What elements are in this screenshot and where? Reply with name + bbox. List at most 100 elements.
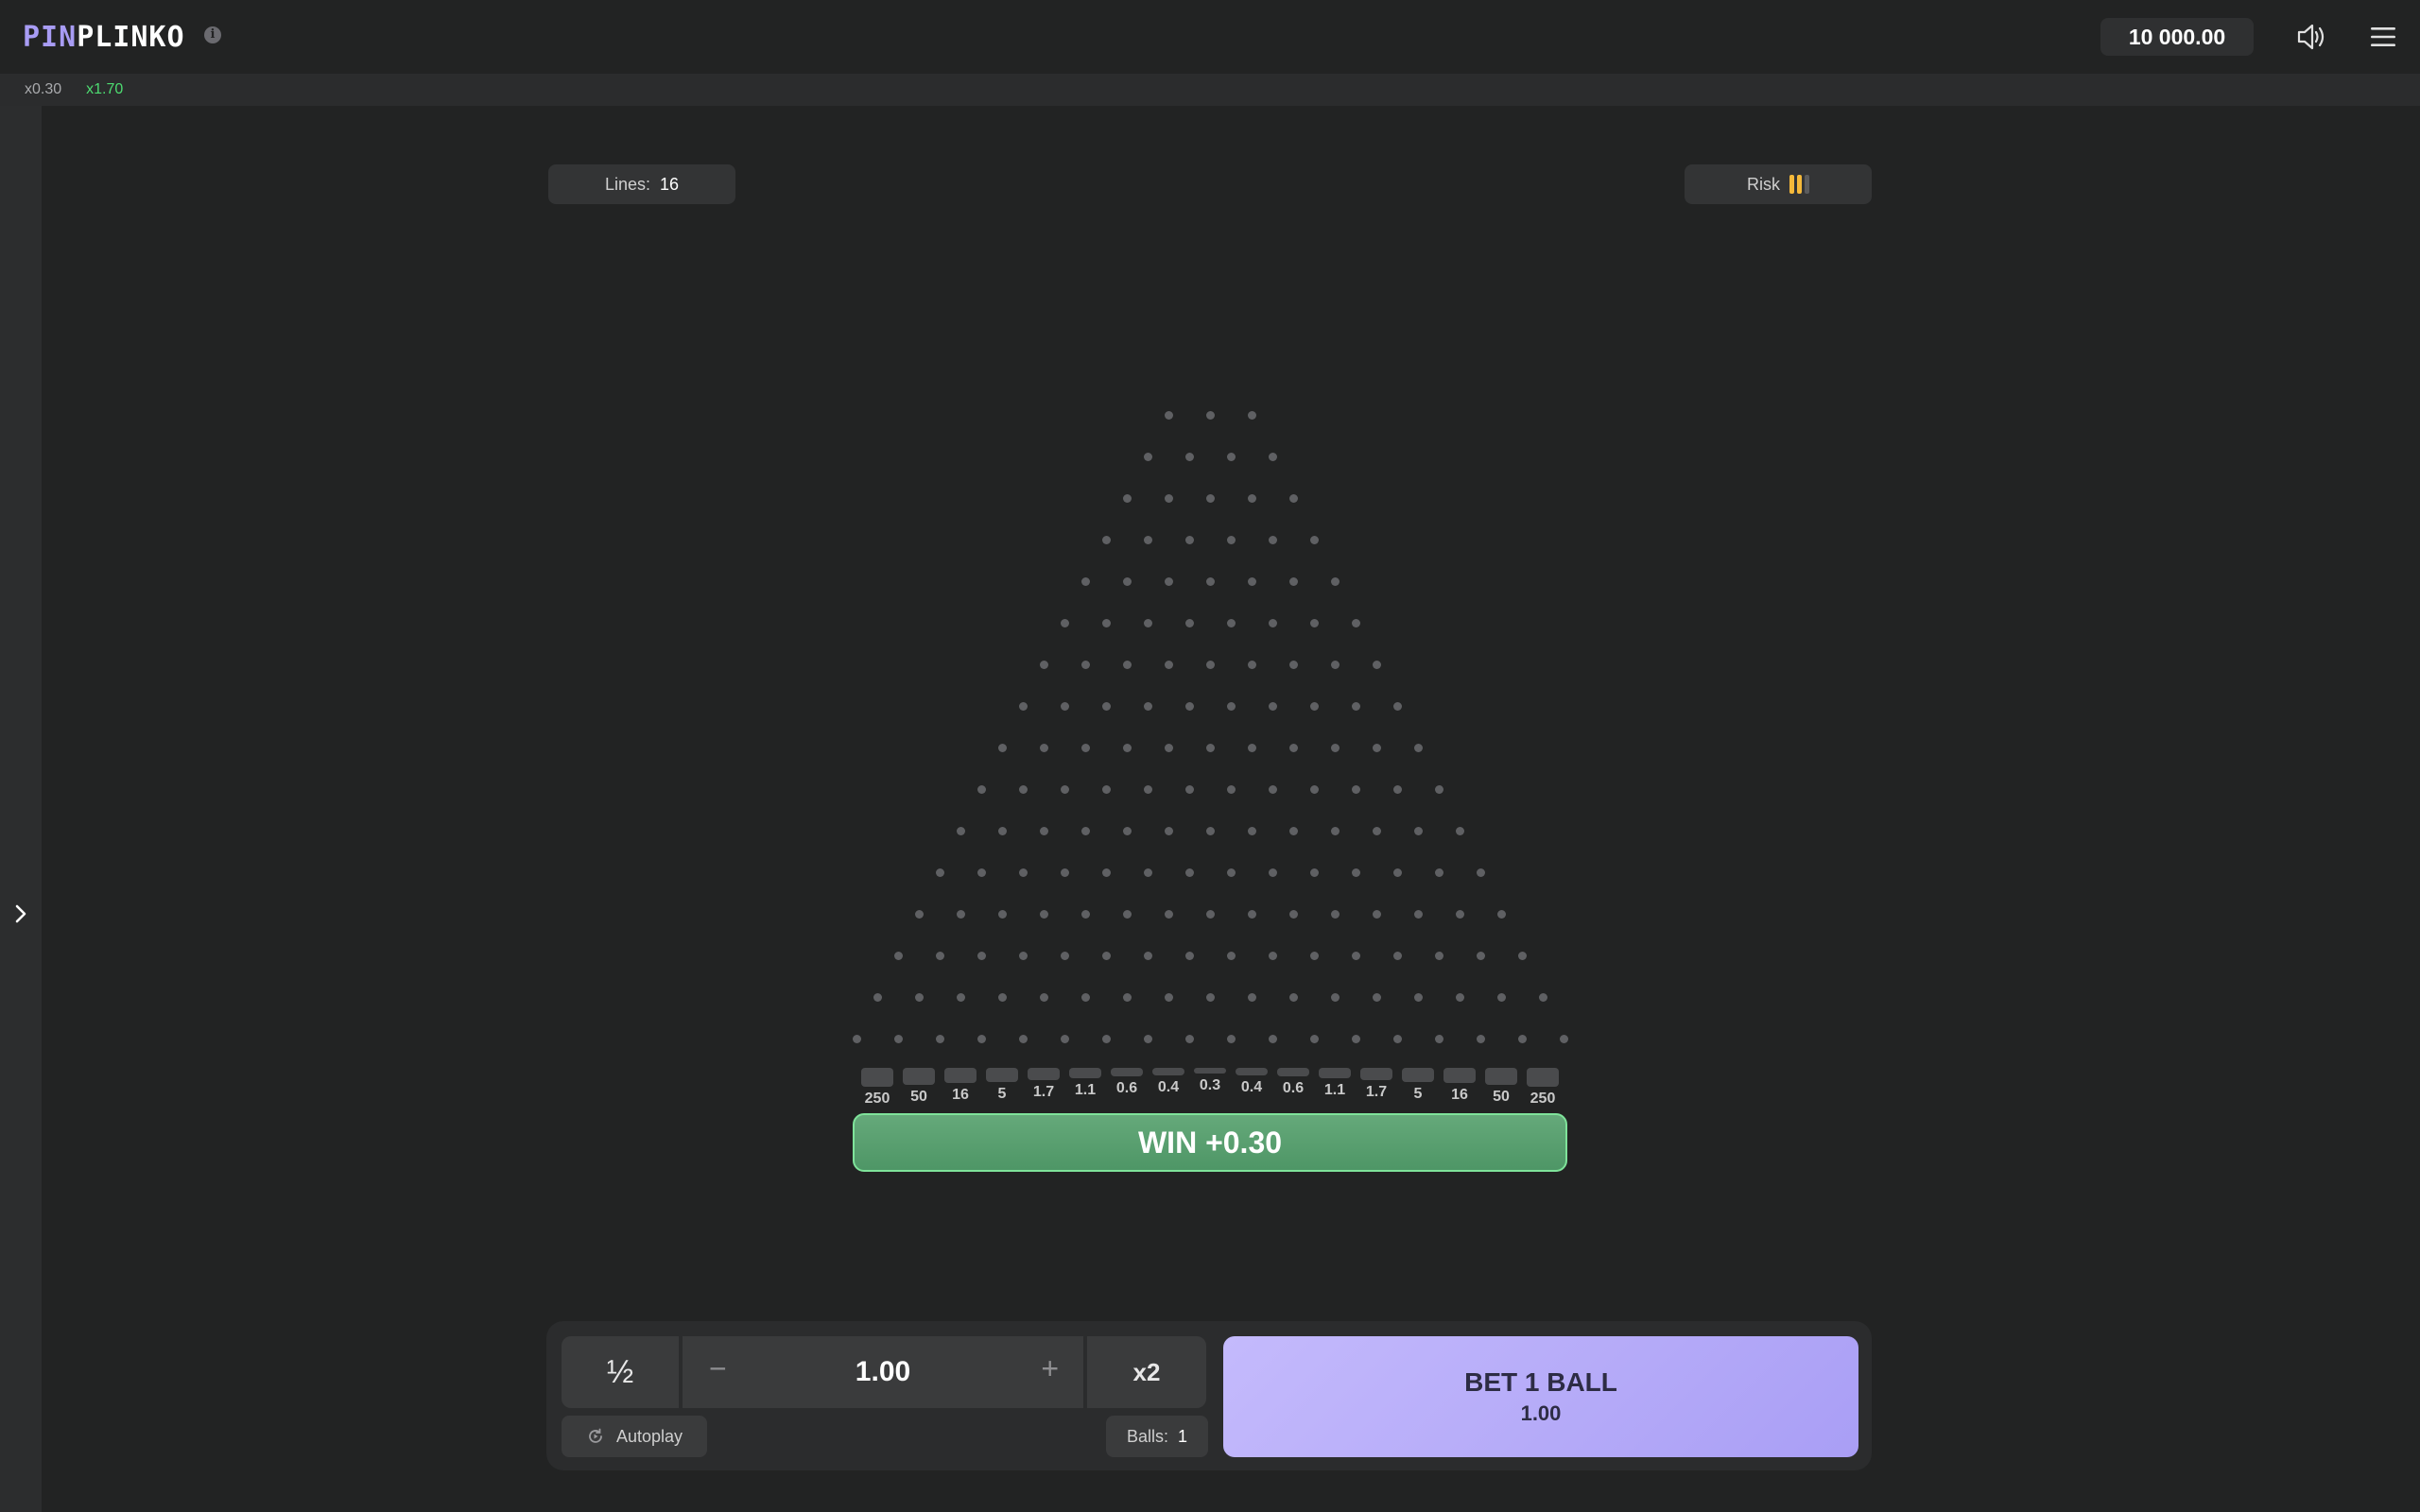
peg <box>1247 826 1256 835</box>
multiplier-bucket <box>1152 1068 1184 1075</box>
risk-selector[interactable]: Risk <box>1685 164 1872 204</box>
autoplay-button[interactable]: Autoplay <box>562 1416 707 1457</box>
peg <box>1226 1034 1236 1043</box>
multiplier-bucket <box>1069 1068 1101 1079</box>
peg <box>1226 868 1236 877</box>
peg <box>1018 784 1028 794</box>
peg <box>935 951 944 960</box>
peg <box>1434 951 1443 960</box>
peg <box>1060 951 1069 960</box>
peg <box>1164 493 1173 503</box>
peg <box>1122 992 1132 1002</box>
logo-plinko: PLINKO <box>77 21 185 54</box>
peg <box>1101 701 1111 711</box>
multiplier-bucket <box>1194 1068 1226 1074</box>
peg <box>1205 576 1215 586</box>
multiplier-bucket <box>986 1068 1018 1082</box>
peg <box>1247 992 1256 1002</box>
peg <box>1143 701 1152 711</box>
peg <box>1268 784 1277 794</box>
peg <box>997 826 1007 835</box>
peg <box>1330 992 1340 1002</box>
increase-bet-button[interactable]: + <box>1041 1351 1059 1386</box>
speaker-icon[interactable] <box>2295 21 2327 53</box>
peg <box>1205 743 1215 752</box>
peg <box>1455 826 1464 835</box>
peg <box>977 784 986 794</box>
decrease-bet-button[interactable]: − <box>709 1351 727 1386</box>
risk-bar <box>1805 175 1809 194</box>
peg <box>1288 660 1298 669</box>
lines-value: 16 <box>660 174 680 194</box>
history-item: x0.30 <box>25 81 62 97</box>
multiplier-label: 1.1 <box>1074 1082 1097 1099</box>
peg <box>1392 868 1402 877</box>
halve-bet-button[interactable]: ½ <box>562 1336 679 1408</box>
peg <box>935 1034 944 1043</box>
peg <box>1080 660 1090 669</box>
peg <box>1330 660 1340 669</box>
peg <box>1205 909 1215 919</box>
info-icon[interactable]: i <box>204 26 221 43</box>
peg <box>1247 660 1256 669</box>
peg <box>1122 909 1132 919</box>
peg <box>1434 784 1443 794</box>
lines-selector[interactable]: Lines: 16 <box>548 164 735 204</box>
multiplier-label: 50 <box>910 1088 927 1105</box>
peg <box>1143 1034 1152 1043</box>
multiplier-bucket <box>944 1068 977 1084</box>
multiplier-label: 250 <box>864 1090 890 1107</box>
peg <box>1080 576 1090 586</box>
peg <box>1434 868 1443 877</box>
peg <box>1476 1034 1485 1043</box>
peg <box>1080 909 1090 919</box>
peg <box>1101 535 1111 544</box>
balance-display: 10 000.00 <box>2100 18 2254 56</box>
peg <box>1018 1034 1028 1043</box>
bet-amount-field[interactable]: − 1.00 + <box>683 1336 1083 1408</box>
multiplier-label: 16 <box>952 1087 969 1104</box>
logo-pin: PIN <box>23 21 78 54</box>
peg <box>1392 1034 1402 1043</box>
multiplier-label: 250 <box>1530 1090 1556 1107</box>
peg <box>1268 1034 1277 1043</box>
multiplier-bucket <box>1236 1068 1268 1075</box>
peg <box>1559 1034 1568 1043</box>
balls-selector[interactable]: Balls: 1 <box>1106 1416 1208 1457</box>
double-bet-button[interactable]: x2 <box>1087 1336 1206 1408</box>
peg <box>1413 826 1423 835</box>
peg <box>1372 826 1381 835</box>
bet-button[interactable]: BET 1 BALL 1.00 <box>1223 1336 1858 1457</box>
peg <box>1184 784 1194 794</box>
multiplier-bucket <box>1527 1068 1559 1087</box>
peg <box>1226 784 1236 794</box>
bet-amount-value: 1.00 <box>855 1356 911 1387</box>
peg <box>1164 410 1173 420</box>
peg <box>1247 493 1256 503</box>
multiplier-label: 50 <box>1493 1088 1510 1105</box>
results-history: x0.30 x1.70 <box>0 74 2420 106</box>
chevron-right-icon[interactable] <box>11 902 30 926</box>
peg <box>1247 743 1256 752</box>
peg <box>1392 784 1402 794</box>
bet-button-label: BET 1 BALL <box>1464 1367 1617 1397</box>
multiplier-bucket <box>1277 1068 1309 1077</box>
peg <box>1309 784 1319 794</box>
peg <box>1205 660 1215 669</box>
peg <box>1164 576 1173 586</box>
lines-label: Lines: <box>604 174 650 194</box>
multiplier-label: 0.4 <box>1240 1078 1263 1095</box>
peg <box>1205 410 1215 420</box>
multiplier-bucket <box>1319 1068 1351 1079</box>
peg <box>1143 618 1152 627</box>
peg <box>977 1034 986 1043</box>
peg <box>1018 701 1028 711</box>
peg <box>1184 535 1194 544</box>
peg <box>1330 826 1340 835</box>
multiplier-label: 5 <box>997 1085 1007 1102</box>
peg <box>1351 701 1360 711</box>
plinko-board: 250 50 16 5 1.7 1.1 0.6 0.4 0.3 0.4 0.6 1.1 1.7 5 16 50… <box>0 0 2420 1512</box>
peg <box>1372 743 1381 752</box>
hamburger-menu-icon[interactable] <box>2369 24 2397 50</box>
peg <box>1309 1034 1319 1043</box>
